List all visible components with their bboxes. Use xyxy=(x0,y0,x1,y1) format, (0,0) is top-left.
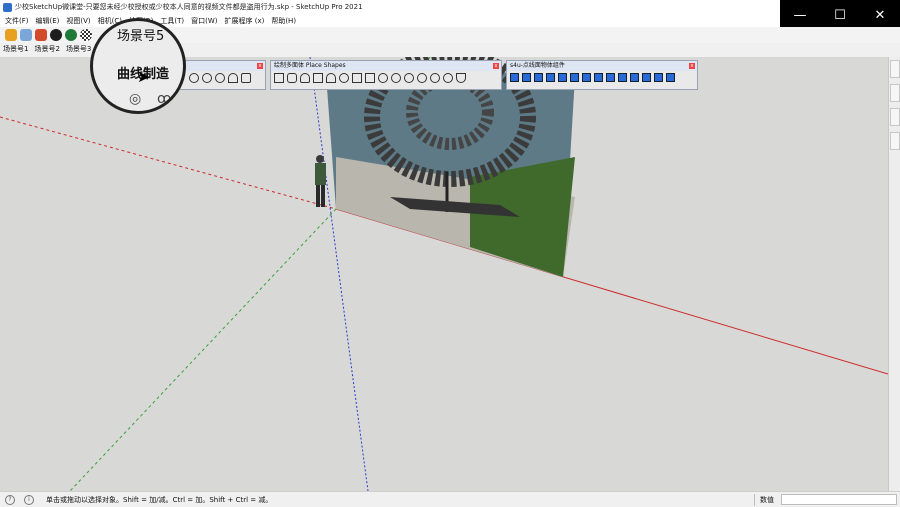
s4u-toolbar-header: s4u-点线面物体组件 x xyxy=(507,61,697,71)
menu-view[interactable]: 视图(V) xyxy=(66,16,90,26)
measurements-label: 数值 xyxy=(760,496,774,504)
cube-shape-icon[interactable] xyxy=(274,73,284,83)
helix-tool-icon[interactable] xyxy=(215,73,225,83)
measurements-input[interactable] xyxy=(781,494,897,505)
refresh-icon[interactable] xyxy=(20,29,32,41)
sphere-shape-icon[interactable] xyxy=(339,73,349,83)
arc-tool-icon[interactable] xyxy=(228,73,238,83)
dome-shape-icon[interactable] xyxy=(326,73,336,83)
u-shape-icon[interactable] xyxy=(456,73,466,83)
close-icon[interactable]: x xyxy=(493,63,499,69)
spiral-icon: ◎ xyxy=(129,91,142,107)
s4u-face-icon[interactable] xyxy=(534,73,543,82)
s4u-toolbar-title: s4u-点线面物体组件 xyxy=(510,62,565,69)
s4u-line-icon[interactable] xyxy=(522,73,531,82)
tray-tab-1[interactable] xyxy=(890,60,900,78)
menu-help[interactable]: 帮助(H) xyxy=(271,16,296,26)
place-shapes-toolbar: 绘制多面体 Place Shapes x xyxy=(270,60,502,90)
sketchup-logo-icon[interactable] xyxy=(5,29,17,41)
title-bar: 少校SketchUp微课堂-只要您未经少校授权或少校本人同意的视频文件都是盗用行… xyxy=(0,0,900,14)
prism-shape-icon[interactable] xyxy=(365,73,375,83)
checker-icon[interactable] xyxy=(80,29,92,41)
scene-tab-2[interactable]: 场景号2 xyxy=(34,44,59,54)
s4u-path-icon[interactable] xyxy=(666,73,675,82)
close-icon[interactable]: x xyxy=(689,63,695,69)
status-divider xyxy=(754,494,755,506)
s4u-scatter-icon[interactable] xyxy=(582,73,591,82)
tube-shape-icon[interactable] xyxy=(352,73,362,83)
scene-tab-3[interactable]: 场景号3 xyxy=(66,44,91,54)
scene-graphics xyxy=(0,57,888,491)
tray-tab-3[interactable] xyxy=(890,108,900,126)
sketchup-app-icon xyxy=(3,2,12,12)
window-controls: — ☐ ✕ xyxy=(780,0,900,30)
s4u-array-icon[interactable] xyxy=(570,73,579,82)
close-button[interactable]: ✕ xyxy=(860,0,900,30)
person-figure xyxy=(315,155,326,207)
s4u-group-icon[interactable] xyxy=(546,73,555,82)
menu-tools[interactable]: 工具(T) xyxy=(160,16,184,26)
magnified-scene-tab: 场景号5 xyxy=(117,29,165,44)
s4u-rotate-icon[interactable] xyxy=(606,73,615,82)
tray-tab-4[interactable] xyxy=(890,132,900,150)
s4u-copy-icon[interactable] xyxy=(630,73,639,82)
s4u-component-icon[interactable] xyxy=(558,73,567,82)
minimize-button[interactable]: — xyxy=(780,0,820,30)
menu-edit[interactable]: 编辑(E) xyxy=(36,16,60,26)
helix-shape-icon[interactable] xyxy=(430,73,440,83)
s4u-move-icon[interactable] xyxy=(654,73,663,82)
right-tray xyxy=(888,57,900,491)
curl-icon: ꝏ xyxy=(157,91,172,107)
add-circle-icon[interactable] xyxy=(50,29,62,41)
geo-location-icon[interactable]: ? xyxy=(5,494,15,505)
s4u-align-icon[interactable] xyxy=(594,73,603,82)
close-icon[interactable]: x xyxy=(257,63,263,69)
bend-tool-icon[interactable] xyxy=(241,73,251,83)
place-shapes-header: 绘制多面体 Place Shapes x xyxy=(271,61,501,71)
red-axis-negative xyxy=(0,116,337,210)
window-title: 少校SketchUp微课堂-只要您未经少校授权或少校本人同意的视频文件都是盗用行… xyxy=(15,3,363,11)
warehouse-icon[interactable] xyxy=(65,29,77,41)
status-bar: ? i 单击或拖动以选择对象。Shift = 加/减。Ctrl = 加。Shif… xyxy=(0,491,900,507)
tray-tab-2[interactable] xyxy=(890,84,900,102)
s4u-mirror-icon[interactable] xyxy=(642,73,651,82)
credits-icon[interactable]: i xyxy=(24,494,34,505)
ellipsoid-shape-icon[interactable] xyxy=(391,73,401,83)
maximize-button[interactable]: ☐ xyxy=(820,0,860,30)
spiral-tool-icon[interactable] xyxy=(202,73,212,83)
curve-tool-icon[interactable] xyxy=(189,73,199,83)
menu-extensions[interactable]: 扩展程序 (x) xyxy=(224,16,264,26)
cursor-icon: ➤ xyxy=(137,67,151,86)
s4u-tools xyxy=(507,71,697,84)
ring-shape-icon[interactable] xyxy=(443,73,453,83)
pyramid-shape-icon[interactable] xyxy=(313,73,323,83)
s4u-toolbar: s4u-点线面物体组件 x xyxy=(506,60,698,90)
place-shapes-tools xyxy=(271,71,501,85)
cone-shape-icon[interactable] xyxy=(300,73,310,83)
magnifier-overlay: 场景号5 曲线制造 ➤ ◎ ꝏ xyxy=(90,18,186,114)
status-hint: 单击或拖动以选择对象。Shift = 加/减。Ctrl = 加。Shift + … xyxy=(46,495,273,504)
menu-window[interactable]: 窗口(W) xyxy=(191,16,217,26)
layers-icon[interactable] xyxy=(35,29,47,41)
green-axis-negative xyxy=(69,208,337,491)
place-shapes-title: 绘制多面体 Place Shapes xyxy=(274,62,346,69)
cylinder-shape-icon[interactable] xyxy=(287,73,297,83)
s4u-point-icon[interactable] xyxy=(510,73,519,82)
sketchup-window: 少校SketchUp微课堂-只要您未经少校授权或少校本人同意的视频文件都是盗用行… xyxy=(0,0,900,507)
menu-file[interactable]: 文件(F) xyxy=(5,16,29,26)
drawing-viewport[interactable] xyxy=(0,57,888,491)
disc-shape-icon[interactable] xyxy=(417,73,427,83)
s4u-scale-icon[interactable] xyxy=(618,73,627,82)
scene-tab-1[interactable]: 场景号1 xyxy=(3,44,28,54)
torus-shape-icon[interactable] xyxy=(378,73,388,83)
lens-shape-icon[interactable] xyxy=(404,73,414,83)
